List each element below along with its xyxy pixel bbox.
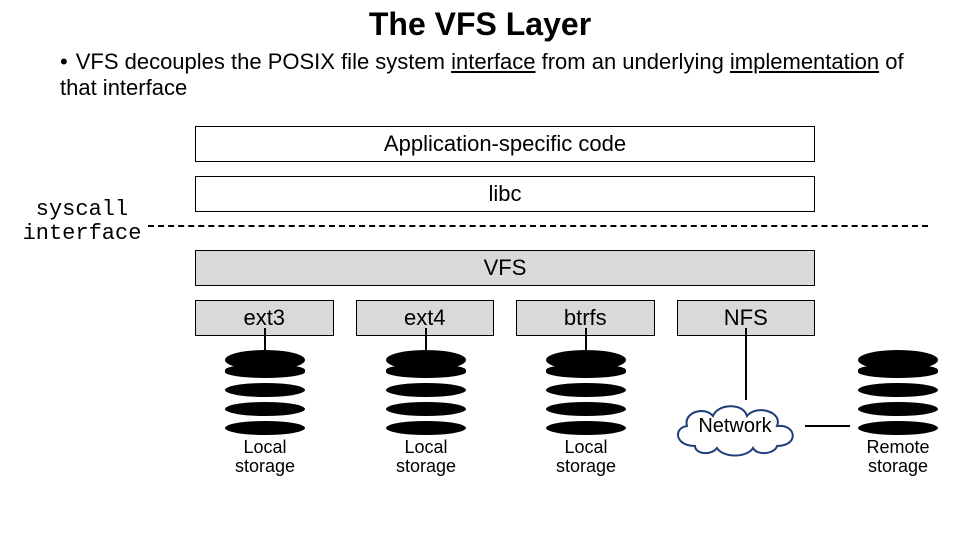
layer-app: Application-specific code: [195, 126, 815, 162]
network-cloud: Network: [665, 398, 805, 458]
storage-local-3: Localstorage: [526, 350, 646, 476]
disk-icon: [225, 350, 305, 432]
disk-icon: [386, 350, 466, 432]
layer-stack: Application-specific code libc VFS ext3 …: [195, 126, 815, 336]
layer-vfs: VFS: [195, 250, 815, 286]
filesystem-row: ext3 ext4 btrfs NFS: [195, 300, 815, 336]
disk-icon: [858, 350, 938, 432]
bullet-dot: •: [60, 49, 68, 74]
page-title: The VFS Layer: [0, 0, 960, 43]
storage-local-2: Localstorage: [366, 350, 486, 476]
syscall-interface-label: syscall interface: [22, 198, 142, 246]
storage-row: Localstorage Localstorage Localstorage R…: [0, 350, 960, 530]
layer-libc: libc: [195, 176, 815, 212]
bullet-text: •VFS decouples the POSIX file system int…: [0, 43, 960, 102]
disk-icon: [546, 350, 626, 432]
storage-local-1: Localstorage: [205, 350, 325, 476]
storage-remote: Remotestorage: [838, 350, 958, 476]
